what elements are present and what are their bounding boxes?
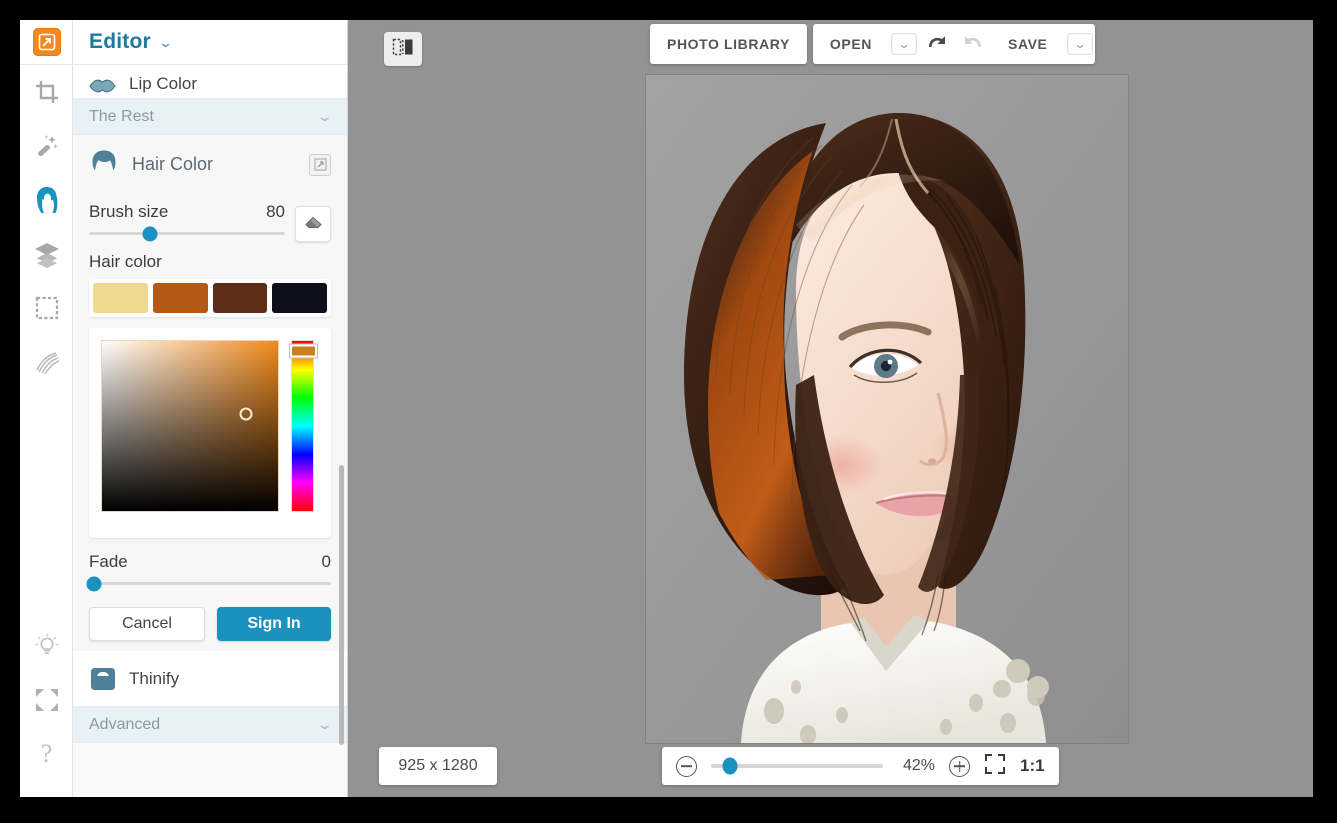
hair-icon xyxy=(89,149,119,180)
undo-button[interactable] xyxy=(919,24,955,64)
brush-size-label: Brush size xyxy=(89,202,168,222)
chevron-down-icon: ⌄ xyxy=(1067,33,1093,55)
sidebar-item-touch-up-tool[interactable] xyxy=(20,119,73,173)
fit-screen-button[interactable] xyxy=(984,753,1006,780)
panel-toggle-icon xyxy=(392,37,414,62)
sidebar-panel: Editor ⌄ Lip Color The Rest ⌄ xyxy=(73,20,348,797)
panel-toggle-button[interactable] xyxy=(384,32,422,66)
zoom-toolbar: 42% 1:1 xyxy=(662,747,1059,785)
color-picker xyxy=(89,328,331,538)
open-dropdown-button[interactable]: ⌄ xyxy=(889,24,919,64)
layers-icon xyxy=(33,240,61,268)
brush-size-slider[interactable] xyxy=(89,232,285,235)
portrait-woman-brown-bob-hair xyxy=(646,75,1128,743)
hair-color-swatches xyxy=(89,279,331,317)
saturation-value-area[interactable] xyxy=(101,340,279,512)
zoom-percent-label: 42% xyxy=(897,757,935,775)
photo-library-button[interactable]: PHOTO LIBRARY xyxy=(650,24,807,64)
open-button[interactable]: OPEN xyxy=(813,24,889,64)
sidebar-item-crop-tool[interactable] xyxy=(20,65,73,119)
fade-slider[interactable] xyxy=(89,582,331,585)
brush-size-control: Brush size 80 xyxy=(89,202,331,242)
section-the-rest[interactable]: The Rest ⌄ xyxy=(73,99,347,135)
chevron-down-icon: ⌄ xyxy=(317,108,333,125)
texture-icon xyxy=(34,349,60,375)
undo-arrow-icon xyxy=(925,32,949,57)
sign-in-button[interactable]: Sign In xyxy=(217,607,331,641)
image-dimensions: 925 x 1280 xyxy=(379,747,497,785)
zoom-in-circle-icon[interactable] xyxy=(949,756,970,777)
chevron-down-icon[interactable]: ⌄ xyxy=(158,36,173,49)
chevron-down-icon: ⌄ xyxy=(317,716,333,733)
brush-size-slider-knob[interactable] xyxy=(142,226,157,241)
app-window: ? Editor ⌄ Lip Color The Rest ⌄ xyxy=(20,20,1313,797)
question-mark-icon: ? xyxy=(41,739,53,769)
eraser-icon xyxy=(303,211,324,237)
sidebar-item-frames-tool[interactable] xyxy=(20,281,73,335)
sidebar-item-help[interactable]: ? xyxy=(20,727,73,781)
frame-icon xyxy=(34,295,60,321)
fade-control: Fade 0 xyxy=(89,552,331,585)
swatch-dark-brown[interactable] xyxy=(213,283,268,313)
photo-library-group: PHOTO LIBRARY xyxy=(650,24,807,64)
tool-rail: ? xyxy=(20,20,73,797)
sidebar-item-beautify-tool[interactable] xyxy=(20,173,73,227)
fit-screen-icon xyxy=(984,762,1006,779)
redo-arrow-icon xyxy=(961,32,985,57)
fade-value: 0 xyxy=(322,552,331,572)
swatch-black[interactable] xyxy=(272,283,327,313)
sidebar-item-textures-tool[interactable] xyxy=(20,335,73,389)
photo-canvas[interactable] xyxy=(646,75,1128,743)
list-item-thinify[interactable]: Thinify xyxy=(73,651,347,707)
zoom-slider[interactable] xyxy=(711,764,883,768)
lightbulb-icon xyxy=(34,633,60,659)
list-item-label: Lip Color xyxy=(129,74,197,94)
crop-icon xyxy=(34,79,60,105)
redo-button[interactable] xyxy=(955,24,991,64)
actual-size-button[interactable]: 1:1 xyxy=(1020,756,1045,776)
sv-cursor[interactable] xyxy=(240,408,253,421)
swatch-auburn[interactable] xyxy=(153,283,208,313)
chevron-down-icon: ⌄ xyxy=(891,33,917,55)
eraser-button[interactable] xyxy=(295,206,331,242)
hair-color-label: Hair color xyxy=(89,252,331,272)
zoom-out-circle-icon[interactable] xyxy=(676,756,697,777)
tool-action-buttons: Cancel Sign In xyxy=(89,607,331,641)
sidebar-header[interactable]: Editor ⌄ xyxy=(73,20,347,65)
section-label: Advanced xyxy=(89,716,160,734)
popout-arrow-icon[interactable] xyxy=(309,154,331,176)
scale-icon xyxy=(89,665,129,693)
page-title: Editor xyxy=(89,30,151,54)
magic-wand-icon xyxy=(34,133,60,159)
tool-title-row: Hair Color xyxy=(89,149,331,180)
lips-icon xyxy=(89,78,129,94)
save-dropdown-button[interactable]: ⌄ xyxy=(1065,24,1095,64)
zoom-slider-knob[interactable] xyxy=(722,758,737,775)
list-item-lip-color[interactable]: Lip Color xyxy=(73,65,347,99)
app-logo[interactable] xyxy=(20,20,73,65)
section-advanced[interactable]: Advanced ⌄ xyxy=(73,707,347,743)
hair-color-tool-card: Hair Color Brush size 80 xyxy=(73,135,347,651)
canvas-area: PHOTO LIBRARY OPEN ⌄ xyxy=(349,20,1313,797)
sidebar-item-ideas[interactable] xyxy=(20,619,73,673)
fade-label: Fade xyxy=(89,552,128,572)
fade-slider-knob[interactable] xyxy=(86,576,101,591)
collapse-arrows-icon xyxy=(34,687,60,713)
orange-arrow-logo-icon xyxy=(33,28,61,56)
section-label: The Rest xyxy=(89,108,154,126)
save-button[interactable]: SAVE xyxy=(991,24,1065,64)
sidebar-item-layers-tool[interactable] xyxy=(20,227,73,281)
hair-portrait-icon xyxy=(32,185,62,215)
brush-size-value: 80 xyxy=(266,202,285,222)
swatch-blonde[interactable] xyxy=(93,283,148,313)
open-save-group: OPEN ⌄ xyxy=(813,24,1095,64)
hue-slider[interactable] xyxy=(291,340,314,512)
main-toolbar: PHOTO LIBRARY OPEN ⌄ xyxy=(650,24,1095,64)
list-item-label: Thinify xyxy=(129,669,179,689)
hue-slider-cursor[interactable] xyxy=(290,345,317,358)
cancel-button[interactable]: Cancel xyxy=(89,607,205,641)
sidebar-scrollbar[interactable] xyxy=(339,465,344,745)
sidebar-item-collapse[interactable] xyxy=(20,673,73,727)
tool-title: Hair Color xyxy=(132,154,213,175)
